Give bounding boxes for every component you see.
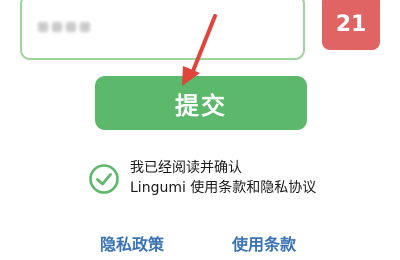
agreement-text: 我已经阅读并确认 Lingumi 使用条款和隐私协议	[130, 158, 316, 198]
check-circle-icon[interactable]	[88, 163, 120, 195]
resend-countdown-button[interactable]: 21	[322, 0, 380, 50]
login-page: 21 提交 我已经阅读并确认 Lingumi 使用条款和隐私协议 隐私政策 使用…	[0, 0, 400, 260]
agreement-line-1: 我已经阅读并确认	[130, 160, 242, 176]
terms-of-use-link[interactable]: 使用条款	[232, 231, 296, 255]
agreement-line-2: Lingumi 使用条款和隐私协议	[130, 180, 317, 196]
blurred-input-value	[38, 22, 90, 32]
verification-code-input[interactable]	[20, 0, 305, 60]
submit-button[interactable]: 提交	[95, 76, 307, 130]
privacy-policy-link[interactable]: 隐私政策	[100, 231, 164, 255]
